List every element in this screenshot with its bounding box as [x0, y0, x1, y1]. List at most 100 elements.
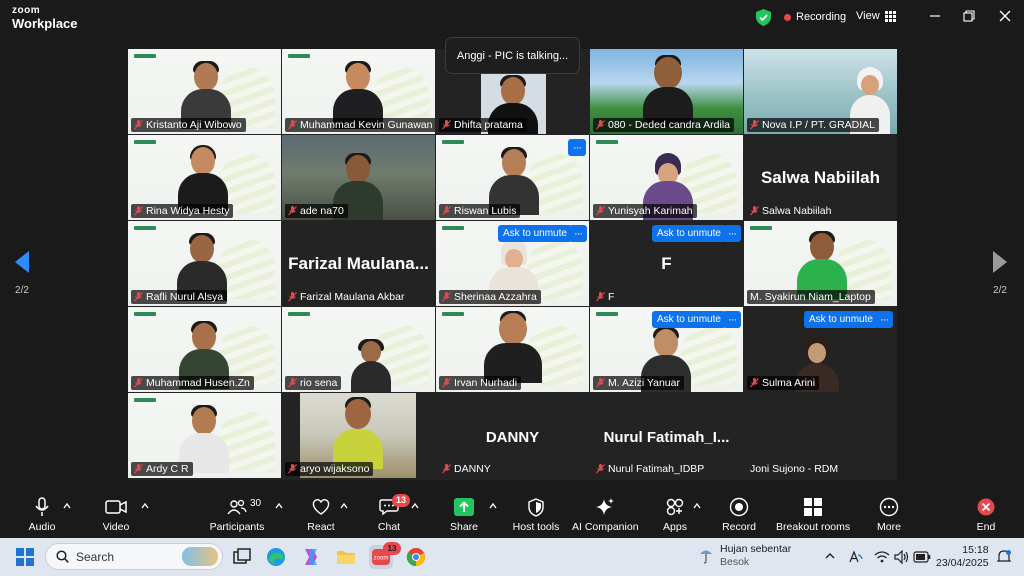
participants-options-chevron-icon[interactable] — [275, 502, 283, 510]
share-options-chevron-icon[interactable] — [489, 502, 497, 510]
host-tools-button[interactable]: Host tools — [509, 496, 563, 533]
participant-tile[interactable]: Ask to unmute ··· F F — [590, 221, 743, 306]
file-explorer-icon[interactable] — [334, 545, 358, 569]
end-call-icon — [977, 498, 995, 516]
participant-tile[interactable]: Nurul Fatimah_I... Nurul Fatimah_IDBP — [590, 393, 743, 478]
mic-muted-icon — [750, 120, 759, 130]
participant-tile[interactable]: Muhammad Husen.Zn — [128, 307, 281, 392]
previous-page-button[interactable]: 2/2 — [10, 251, 34, 296]
tray-overflow-chevron-icon[interactable] — [824, 551, 836, 561]
participant-tile[interactable]: ··· Riswan Lubis — [436, 135, 589, 220]
participant-tile[interactable]: aryo wijaksono — [282, 393, 435, 478]
participant-nameplate: ade na70 — [285, 204, 348, 218]
more-label: More — [877, 521, 901, 533]
participant-tile[interactable]: Irvan Nurhadi — [436, 307, 589, 392]
more-options-button[interactable]: ··· — [569, 225, 587, 242]
language-bar-icon[interactable] — [848, 549, 864, 565]
participant-tile[interactable]: ade na70 — [282, 135, 435, 220]
minimize-icon[interactable] — [928, 9, 942, 23]
participant-tile[interactable]: Joni Sujono - RDM — [744, 393, 897, 478]
share-button[interactable]: Share — [448, 496, 480, 533]
zoom-app-icon[interactable]: zoom 13 — [369, 542, 401, 569]
participants-icon — [227, 499, 247, 515]
system-clock[interactable]: 15:18 23/04/2025 — [936, 544, 989, 570]
notification-bell-icon[interactable] — [996, 549, 1012, 565]
taskbar-search[interactable]: Search — [45, 543, 223, 570]
video-button[interactable]: Video — [98, 496, 134, 533]
chat-options-chevron-icon[interactable] — [411, 502, 419, 510]
end-label: End — [976, 521, 996, 533]
breakout-rooms-label: Breakout rooms — [776, 521, 851, 533]
participant-tile[interactable]: Salwa Nabiilah Salwa Nabiilah — [744, 135, 897, 220]
breakout-rooms-button[interactable]: Breakout rooms — [776, 496, 850, 533]
participant-name: rio sena — [300, 377, 338, 389]
apps-options-chevron-icon[interactable] — [693, 502, 701, 510]
ai-companion-button[interactable]: AI Companion — [572, 496, 639, 533]
apps-button[interactable]: Apps — [660, 496, 690, 533]
ask-to-unmute-button[interactable]: Ask to unmute — [804, 311, 878, 328]
arrow-left-icon — [15, 251, 29, 273]
participant-tile[interactable]: DANNY DANNY — [436, 393, 589, 478]
weather-day: Besok — [720, 556, 750, 568]
participant-tile[interactable]: rio sena — [282, 307, 435, 392]
mic-muted-icon — [596, 206, 605, 216]
view-label: View — [856, 10, 880, 22]
participant-tile[interactable]: Muhammad Kevin Gunawan — [282, 49, 435, 134]
brand-line1: zoom — [12, 5, 41, 16]
participant-name: Salwa Nabiilah — [762, 205, 832, 217]
participant-nameplate: F — [593, 290, 618, 304]
participant-tile[interactable]: Ask to unmute ··· M. Azizi Yanuar — [590, 307, 743, 392]
battery-icon[interactable] — [913, 551, 931, 563]
participants-button[interactable]: 30 Participants — [208, 496, 266, 533]
recording-indicator[interactable]: Recording — [784, 11, 846, 23]
participant-tile[interactable]: Ask to unmute ··· Sherinaa Azzahra — [436, 221, 589, 306]
close-window-icon[interactable] — [998, 9, 1012, 23]
copilot-icon[interactable] — [299, 545, 323, 569]
restore-icon[interactable] — [962, 9, 976, 23]
more-options-button[interactable]: ··· — [568, 139, 586, 156]
mic-muted-icon — [596, 378, 605, 388]
mic-muted-icon — [750, 378, 759, 388]
chrome-browser-icon[interactable] — [404, 545, 428, 569]
chat-button[interactable]: 13 Chat — [374, 494, 410, 533]
participant-tile[interactable]: Ask to unmute ··· Sulma Arini — [744, 307, 897, 392]
edge-browser-icon[interactable] — [264, 545, 288, 569]
participant-tile[interactable]: 080 - Deded candra Ardila — [590, 49, 743, 134]
participant-display-name: Salwa Nabiilah — [760, 168, 881, 187]
task-view-icon[interactable] — [230, 545, 254, 569]
participant-tile[interactable]: Kristanto Aji Wibowo — [128, 49, 281, 134]
participant-tile[interactable]: Yunisyah Karimah — [590, 135, 743, 220]
ask-to-unmute-button[interactable]: Ask to unmute — [498, 225, 572, 242]
record-button[interactable]: Record — [722, 496, 756, 533]
more-options-button[interactable]: ··· — [723, 225, 741, 242]
view-button[interactable]: View — [856, 10, 896, 22]
title-bar: zoom Workplace Recording View — [0, 0, 1024, 36]
weather-widget[interactable]: Hujan sebentar Besok — [720, 543, 791, 569]
end-meeting-button[interactable]: End — [972, 496, 1000, 533]
wifi-icon[interactable] — [874, 550, 890, 564]
windows-start-icon[interactable] — [16, 548, 34, 566]
audio-options-chevron-icon[interactable] — [63, 502, 71, 510]
speaker-icon[interactable] — [894, 550, 910, 564]
participant-tile[interactable]: Nova I.P / PT. GRADIAL — [744, 49, 897, 134]
more-button[interactable]: More — [874, 496, 904, 533]
more-options-button[interactable]: ··· — [723, 311, 741, 328]
participant-name: M. Azizi Yanuar — [608, 377, 680, 389]
audio-button[interactable]: Audio — [22, 496, 62, 533]
encryption-shield-icon[interactable] — [756, 9, 771, 26]
participant-display-name: F — [661, 254, 672, 273]
react-button[interactable]: React — [304, 496, 338, 533]
participant-nameplate: Dhifta pratama — [439, 118, 527, 132]
more-options-button[interactable]: ··· — [875, 311, 893, 328]
mic-muted-icon — [750, 206, 759, 216]
participant-tile[interactable]: Rina Widya Hesty — [128, 135, 281, 220]
participant-tile[interactable]: Farizal Maulana... Farizal Maulana Akbar — [282, 221, 435, 306]
ask-to-unmute-button[interactable]: Ask to unmute — [652, 311, 726, 328]
participant-tile[interactable]: M. Syakirun Niam_Laptop — [744, 221, 897, 306]
video-options-chevron-icon[interactable] — [141, 502, 149, 510]
react-options-chevron-icon[interactable] — [340, 502, 348, 510]
ask-to-unmute-button[interactable]: Ask to unmute — [652, 225, 726, 242]
participant-tile[interactable]: Rafli Nurul Alsya — [128, 221, 281, 306]
next-page-button[interactable]: 2/2 — [988, 251, 1012, 296]
participant-tile[interactable]: Ardy C R — [128, 393, 281, 478]
